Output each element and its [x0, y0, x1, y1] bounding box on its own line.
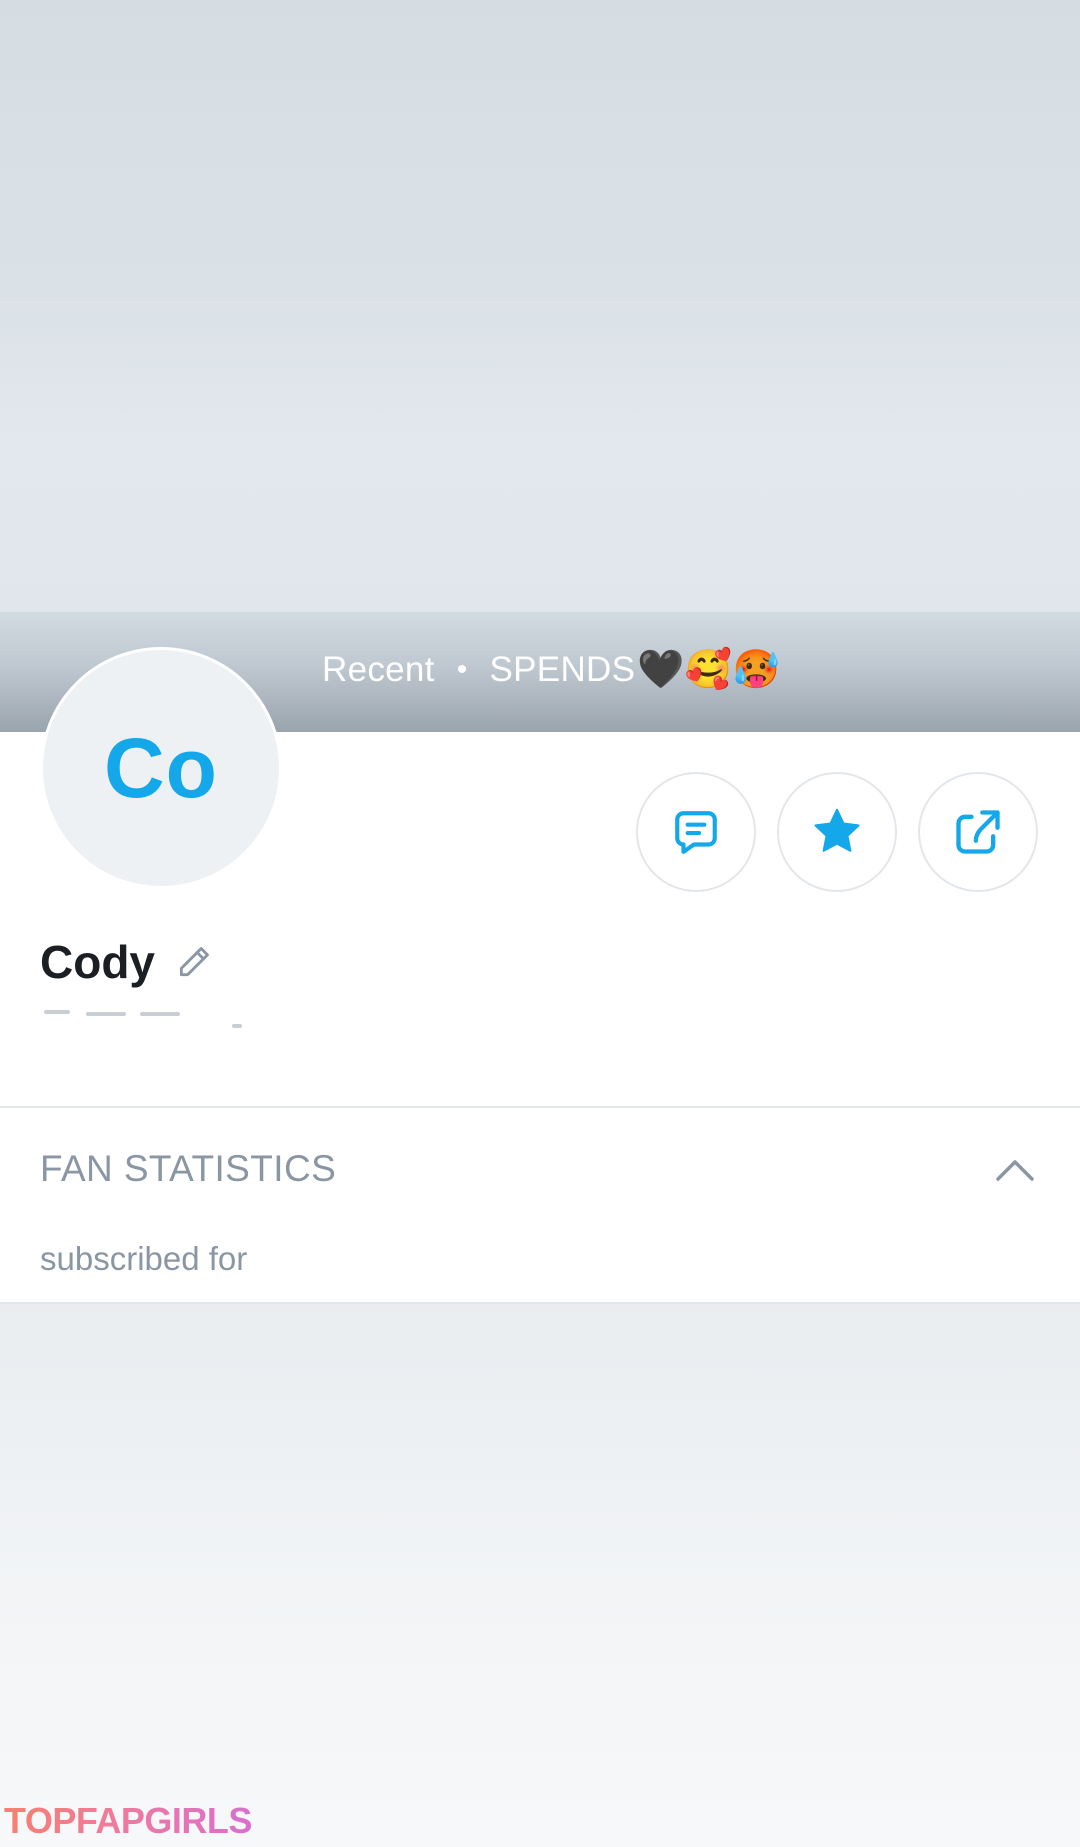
message-button[interactable] — [636, 772, 756, 892]
content-area — [0, 1304, 1080, 1847]
avatar-initials: Co — [104, 720, 218, 815]
fan-statistics-title: FAN STATISTICS — [40, 1148, 337, 1189]
watermark-logo: TOPFAPGIRLS — [4, 1800, 252, 1841]
subscribed-for-label: subscribed for — [40, 1240, 248, 1277]
profile-tagline: SPENDS — [489, 650, 636, 689]
avatar[interactable]: Co — [40, 647, 282, 889]
chevron-up-icon[interactable] — [990, 1150, 1040, 1190]
meta-separator: • — [456, 653, 468, 686]
section-divider — [0, 1106, 1080, 1108]
share-icon — [952, 806, 1004, 858]
cover-meta: Recent • SPENDS 🖤🥰🥵 — [322, 645, 780, 695]
share-button[interactable] — [918, 772, 1038, 892]
profile-name-row: Cody — [40, 932, 213, 992]
message-icon — [671, 807, 721, 857]
display-name: Cody — [40, 936, 155, 988]
tagline-emojis: 🖤🥰🥵 — [637, 649, 781, 691]
favorite-button[interactable] — [777, 772, 897, 892]
username-handle — [40, 1008, 250, 1034]
star-icon — [810, 805, 864, 859]
edit-icon[interactable] — [175, 943, 213, 981]
last-seen-status: Recent — [322, 650, 435, 689]
